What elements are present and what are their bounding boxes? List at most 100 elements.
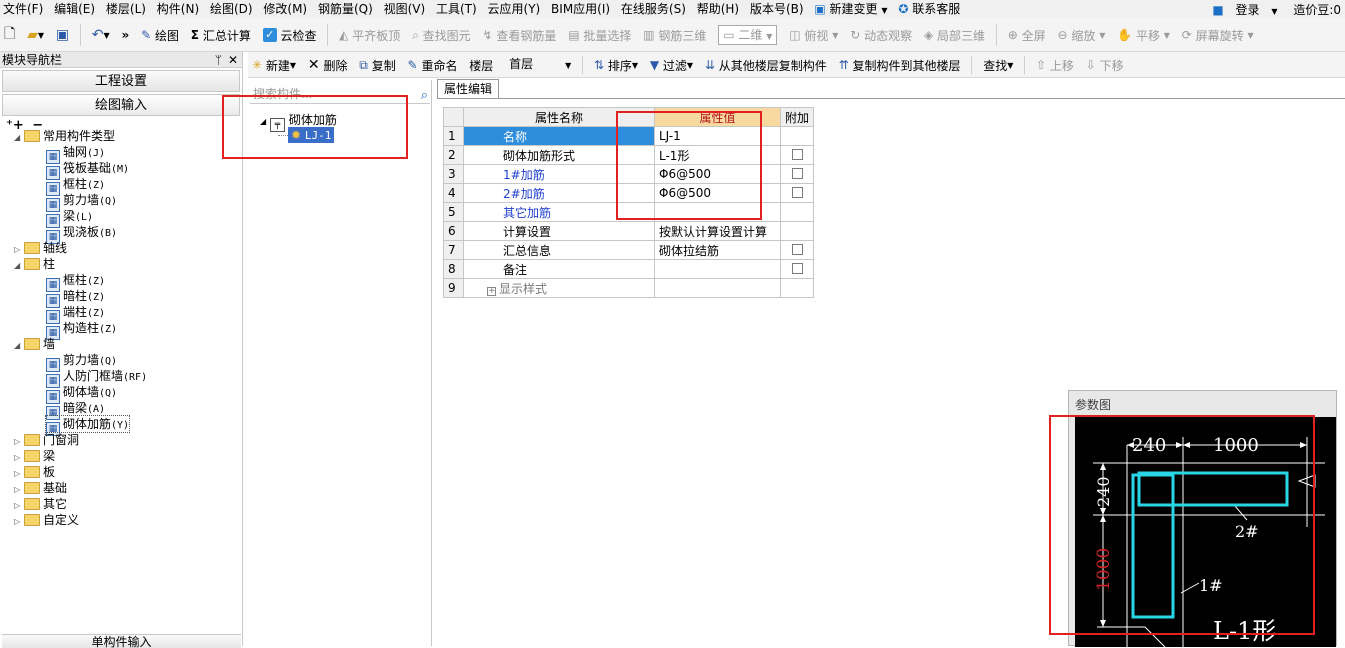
tree-item[interactable]: ▦ 暗梁(A) bbox=[46, 400, 105, 420]
menu-modify[interactable]: 修改(M) bbox=[260, 0, 311, 17]
tree-item[interactable]: ▦ 轴网(J) bbox=[46, 144, 105, 164]
tree-folder[interactable]: ◢ 柱 bbox=[14, 256, 55, 272]
menu-tools[interactable]: 工具(T) bbox=[433, 0, 481, 17]
draw-button[interactable]: ✎ 绘图 bbox=[137, 18, 183, 51]
tree-item[interactable]: ▦ 剪力墙(Q) bbox=[46, 192, 117, 212]
close-icon[interactable]: ✕ bbox=[228, 52, 238, 68]
top-view-button[interactable]: ◫ 俯视 ▼ bbox=[785, 18, 842, 51]
move-down-button[interactable]: ⇩ 下移 bbox=[1082, 52, 1128, 77]
menu-component[interactable]: 构件(N) bbox=[154, 0, 203, 17]
tree-item[interactable]: ▦ 框柱(Z) bbox=[46, 176, 105, 196]
attach-checkbox[interactable] bbox=[791, 168, 803, 179]
tree-folder[interactable]: ▷ 自定义 bbox=[14, 512, 79, 528]
drawing-input-button[interactable]: 绘图输入 bbox=[2, 94, 240, 116]
login-button[interactable]: ■ 登录 ▼ bbox=[1204, 0, 1285, 18]
pin-icon[interactable]: ᛘ bbox=[215, 52, 222, 68]
menu-help[interactable]: 帮助(H) bbox=[694, 0, 743, 17]
view-rebar-button[interactable]: ↯ 查看钢筋量 bbox=[478, 18, 560, 51]
tree-folder[interactable]: ▷ 基础 bbox=[14, 480, 67, 496]
sort-button[interactable]: ⇅ 排序 ▼ bbox=[590, 52, 642, 77]
menu-online[interactable]: 在线服务(S) bbox=[618, 0, 690, 17]
tree-folder[interactable]: ▷ 板 bbox=[14, 464, 55, 480]
pan-button[interactable]: ✋ 平移 ▼ bbox=[1113, 18, 1174, 51]
tree-folder[interactable]: ▷ 梁 bbox=[14, 448, 55, 464]
collapse-triangle-icon[interactable]: ◢ bbox=[14, 258, 24, 274]
tree-item[interactable]: ▦ 筏板基础(M) bbox=[46, 160, 129, 180]
menu-bim[interactable]: BIM应用(I) bbox=[548, 0, 614, 17]
cloud-check-button[interactable]: ✓ 云检查 bbox=[259, 18, 321, 51]
rename-component-button[interactable]: ✎ 重命名 bbox=[404, 52, 462, 77]
attach-checkbox[interactable] bbox=[791, 244, 803, 255]
tree-item[interactable]: ▦ 砌体加筋(Y) bbox=[44, 415, 131, 436]
sum-calc-button[interactable]: Σ 汇总计算 bbox=[187, 18, 255, 51]
property-row[interactable]: 8 备注 bbox=[443, 259, 815, 279]
tree-folder[interactable]: ◢ 墙 bbox=[14, 336, 55, 352]
contact-support-button[interactable]: ✪ 联系客服 bbox=[895, 0, 964, 17]
batch-select-button[interactable]: ▤ 批量选择 bbox=[564, 18, 635, 51]
menu-rebar-qty[interactable]: 钢筋量(Q) bbox=[315, 0, 377, 17]
project-settings-button[interactable]: 工程设置 bbox=[2, 70, 240, 92]
dynamic-view-button[interactable]: ↻ 动态观察 bbox=[846, 18, 916, 51]
view-mode-select[interactable]: ▭ 二维 ▼ bbox=[714, 18, 781, 51]
tree-folder[interactable]: ◢ 常用构件类型 bbox=[14, 128, 115, 144]
new-change-button[interactable]: ▣ 新建变更 ▼ bbox=[811, 0, 891, 18]
menu-view[interactable]: 视图(V) bbox=[381, 0, 430, 17]
attach-checkbox[interactable] bbox=[791, 149, 803, 160]
property-row[interactable]: 7 汇总信息 砌体拉结筋 bbox=[443, 240, 815, 260]
tree-folder[interactable]: ▷ 其它 bbox=[14, 496, 67, 512]
fullscreen-button[interactable]: ⊕ 全屏 bbox=[1004, 18, 1050, 51]
property-value[interactable] bbox=[654, 278, 781, 298]
floor-select[interactable]: 首层 ▼ bbox=[501, 52, 575, 77]
property-row[interactable]: 6 计算设置 按默认计算设置计算 bbox=[443, 221, 815, 241]
property-value[interactable]: 按默认计算设置计算 bbox=[654, 221, 781, 241]
align-slab-top-button[interactable]: ◭ 平齐板顶 bbox=[335, 18, 404, 51]
open-file-button[interactable]: ▰ ▼ bbox=[23, 18, 48, 51]
move-up-button[interactable]: ⇧ 上移 bbox=[1032, 52, 1078, 77]
copy-to-floor-button[interactable]: ⇈ 复制构件到其他楼层 bbox=[835, 52, 965, 77]
property-row[interactable]: 9 + 显示样式 bbox=[443, 278, 815, 298]
rotate-button[interactable]: ⟳ 屏幕旋转 ▼ bbox=[1178, 18, 1258, 51]
delete-component-button[interactable]: ✕ 删除 bbox=[304, 52, 352, 77]
new-component-button[interactable]: ✳ 新建 ▼ bbox=[248, 52, 300, 77]
toolbar-overflow-button[interactable]: » bbox=[117, 18, 133, 51]
local-3d-button[interactable]: ◈ 局部三维 bbox=[920, 18, 989, 51]
tree-item[interactable]: ▦ 剪力墙(Q) bbox=[46, 352, 117, 372]
undo-button[interactable]: ↶ ▼ bbox=[88, 18, 114, 51]
tree-item[interactable]: ▦ 构造柱(Z) bbox=[46, 320, 117, 340]
attach-checkbox[interactable] bbox=[791, 187, 803, 198]
tree-folder[interactable]: ▷ 门窗洞 bbox=[14, 432, 79, 448]
copy-from-floor-button[interactable]: ⇊ 从其他楼层复制构件 bbox=[701, 52, 831, 77]
menu-version[interactable]: 版本号(B) bbox=[747, 0, 808, 17]
copy-component-button[interactable]: ⧉ 复制 bbox=[355, 52, 399, 77]
property-value[interactable]: 砌体拉结筋 bbox=[654, 240, 781, 260]
menu-edit[interactable]: 编辑(E) bbox=[51, 0, 99, 17]
expand-triangle-icon[interactable]: ▷ bbox=[14, 514, 24, 530]
tree-item[interactable]: ▦ 梁(L) bbox=[46, 208, 93, 228]
tab-property-edit[interactable]: 属性编辑 bbox=[437, 79, 499, 99]
tree-item[interactable]: ▦ 现浇板(B) bbox=[46, 224, 117, 244]
tree-item[interactable]: ▦ 端柱(Z) bbox=[46, 304, 105, 324]
property-value[interactable] bbox=[654, 259, 781, 279]
find-button[interactable]: 查找 ▼ bbox=[979, 52, 1017, 77]
search-icon[interactable]: ⌕ bbox=[421, 86, 428, 106]
new-file-button[interactable]: 🗋 bbox=[0, 18, 19, 51]
dropdown-arrow-icon: ▼ bbox=[1163, 30, 1170, 40]
zoom-button[interactable]: ⊖ 缩放 ▼ bbox=[1053, 18, 1109, 51]
tree-item[interactable]: ▦ 框柱(Z) bbox=[46, 272, 105, 292]
save-button[interactable]: ▣ bbox=[52, 18, 73, 51]
find-element-button[interactable]: ⌕ 查找图元 bbox=[408, 18, 475, 51]
menu-cloud[interactable]: 云应用(Y) bbox=[485, 0, 545, 17]
tree-item[interactable]: ▦ 人防门框墙(RF) bbox=[46, 368, 147, 388]
filter-button[interactable]: ▼ 过滤 ▼ bbox=[646, 52, 697, 77]
expand-plus-icon[interactable]: + bbox=[487, 286, 496, 296]
collapse-triangle-icon[interactable]: ◢ bbox=[14, 130, 24, 146]
tree-item[interactable]: ▦ 砌体墙(Q) bbox=[46, 384, 117, 404]
tree-folder[interactable]: ▷ 轴线 bbox=[14, 240, 67, 256]
collapse-triangle-icon[interactable]: ◢ bbox=[14, 338, 24, 354]
attach-checkbox[interactable] bbox=[791, 263, 803, 274]
menu-file[interactable]: 文件(F) bbox=[0, 0, 47, 17]
tree-item[interactable]: ▦ 暗柱(Z) bbox=[46, 288, 105, 308]
menu-draw[interactable]: 绘图(D) bbox=[207, 0, 257, 17]
rebar-3d-button[interactable]: ▥ 钢筋三维 bbox=[639, 18, 710, 51]
menu-floor[interactable]: 楼层(L) bbox=[103, 0, 150, 17]
